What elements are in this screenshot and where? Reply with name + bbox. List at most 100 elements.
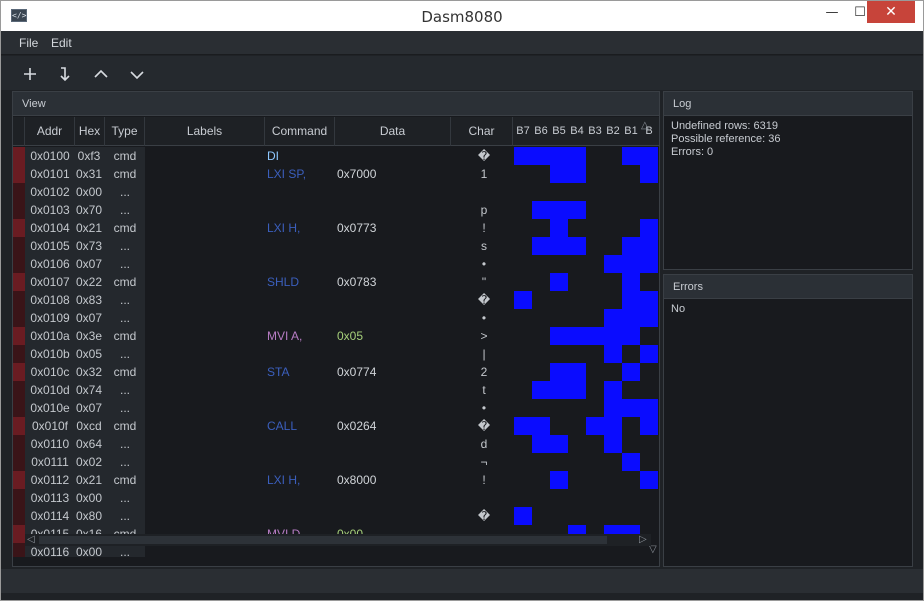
table-row[interactable]: 0x0105 0x73... s (13, 237, 659, 255)
cell-char (461, 183, 507, 201)
col-char[interactable]: Char (451, 117, 513, 146)
minimize-button[interactable]: — (818, 1, 846, 25)
menu-file[interactable]: File (19, 36, 38, 50)
table-row[interactable]: 0x010e 0x07... • (13, 399, 659, 417)
col-addr[interactable]: Addr (25, 117, 75, 146)
bit-cell (532, 165, 550, 183)
col-hex[interactable]: Hex (75, 117, 105, 146)
bit-cell (586, 399, 604, 417)
table-row[interactable]: 0x0106 0x07... • (13, 255, 659, 273)
table-row[interactable]: 0x010a 0x3e cmd MVI A, 0x05 > (13, 327, 659, 345)
cell-label[interactable] (145, 381, 263, 399)
table-row[interactable]: 0x0108 0x83... � (13, 291, 659, 309)
bit-cell (586, 183, 604, 201)
bit-cell (640, 237, 658, 255)
cell-addr: 0x0104 (30, 221, 70, 235)
cell-label[interactable] (145, 399, 263, 417)
move-up-button[interactable] (88, 62, 114, 86)
table-header: Addr Hex Type Labels Command Data Char B… (13, 117, 659, 146)
cell-label[interactable] (145, 273, 263, 291)
table-row[interactable]: 0x010b 0x05... | (13, 345, 659, 363)
table-row[interactable]: 0x010f 0xcd cmd CALL 0x0264 � (13, 417, 659, 435)
cell-label[interactable] (145, 453, 263, 471)
col-bit-2[interactable]: B5 (550, 117, 568, 146)
cell-label[interactable] (145, 471, 263, 489)
table-row[interactable]: 0x0104 0x21 cmd LXI H, 0x0773! (13, 219, 659, 237)
cell-hex: 0x3e (75, 329, 103, 343)
bit-cell (604, 489, 622, 507)
bit-cell (568, 237, 586, 255)
scrollbar-thumb[interactable] (39, 536, 607, 544)
cell-label[interactable] (145, 363, 263, 381)
cell-type: cmd (113, 365, 137, 379)
cell-label[interactable] (145, 327, 263, 345)
col-labels[interactable]: Labels (145, 117, 265, 146)
cell-label[interactable] (145, 147, 263, 165)
cell-label[interactable] (145, 219, 263, 237)
col-bit-5[interactable]: B2 (604, 117, 622, 146)
cell-hex: 0x21 (75, 221, 103, 235)
table-row[interactable]: 0x0107 0x22 cmd SHLD 0x0783 " (13, 273, 659, 291)
cell-label[interactable] (145, 201, 263, 219)
cell-label[interactable] (145, 417, 263, 435)
step-into-button[interactable] (52, 62, 78, 86)
bit-cell (604, 399, 622, 417)
col-command[interactable]: Command (265, 117, 335, 146)
table-row[interactable]: 0x0112 0x21 cmd LXI H, 0x8000! (13, 471, 659, 489)
cell-hex: 0x21 (75, 473, 103, 487)
table-row[interactable]: 0x0101 0x31 cmd LXI SP, 0x7000 1 (13, 165, 659, 183)
col-data[interactable]: Data (335, 117, 451, 146)
bit-cell (622, 471, 640, 489)
col-type[interactable]: Type (105, 117, 145, 146)
table-row[interactable]: 0x0113 0x00... (13, 489, 659, 507)
bit-cell (586, 381, 604, 399)
table-row[interactable]: 0x0111 0x02... ¬ (13, 453, 659, 471)
cell-label[interactable] (145, 489, 263, 507)
col-bit-3[interactable]: B4 (568, 117, 586, 146)
table-row[interactable]: 0x0100 0xf3 cmd DI � (13, 147, 659, 165)
table-row[interactable]: 0x0109 0x07... • (13, 309, 659, 327)
cell-label[interactable] (145, 309, 263, 327)
cell-label[interactable] (145, 165, 263, 183)
cell-label[interactable] (145, 237, 263, 255)
cell-label[interactable] (145, 291, 263, 309)
scroll-up-arrow[interactable]: △ (641, 120, 649, 132)
cell-label[interactable] (145, 435, 263, 453)
cell-bits (514, 273, 658, 291)
log-line-possible-reference: Possible reference: 36 (671, 133, 781, 145)
col-bit-6[interactable]: B1 (622, 117, 640, 146)
cell-data (337, 255, 417, 273)
bit-cell (550, 345, 568, 363)
cell-bits (514, 381, 658, 399)
cell-char: � (477, 149, 491, 163)
table-row[interactable]: 0x0102 0x00... (13, 183, 659, 201)
table-row[interactable]: 0x0103 0x70... p (13, 201, 659, 219)
cell-hex: 0xcd (76, 419, 102, 433)
cell-addr: 0x0100 (30, 149, 70, 163)
close-button[interactable]: ✕ (867, 1, 915, 23)
horizontal-scrollbar[interactable]: ◁ ▷ (25, 534, 651, 546)
col-bit-1[interactable]: B6 (532, 117, 550, 146)
bit-cell (532, 219, 550, 237)
bit-cell (640, 345, 658, 363)
cell-label[interactable] (145, 507, 263, 525)
add-button[interactable] (17, 62, 43, 86)
move-down-button[interactable] (124, 62, 150, 86)
cell-label[interactable] (145, 255, 263, 273)
bit-cell (568, 507, 586, 525)
bit-cell (532, 453, 550, 471)
menu-edit[interactable]: Edit (51, 36, 72, 50)
scroll-right-arrow[interactable]: ▷ (639, 534, 647, 546)
log-panel-title: Log (664, 92, 912, 116)
scroll-left-arrow[interactable]: ◁ (27, 534, 35, 546)
table-row[interactable]: 0x010d 0x74... t (13, 381, 659, 399)
disassembly-table[interactable]: Addr Hex Type Labels Command Data Char B… (13, 117, 659, 557)
table-row[interactable]: 0x010c 0x32 cmd STA 0x0774 2 (13, 363, 659, 381)
col-bit-4[interactable]: B3 (586, 117, 604, 146)
col-bit-0[interactable]: B7 (514, 117, 532, 146)
table-row[interactable]: 0x0114 0x80... � (13, 507, 659, 525)
cell-label[interactable] (145, 183, 263, 201)
cell-label[interactable] (145, 345, 263, 363)
table-row[interactable]: 0x0110 0x64... d (13, 435, 659, 453)
bit-cell (622, 363, 640, 381)
